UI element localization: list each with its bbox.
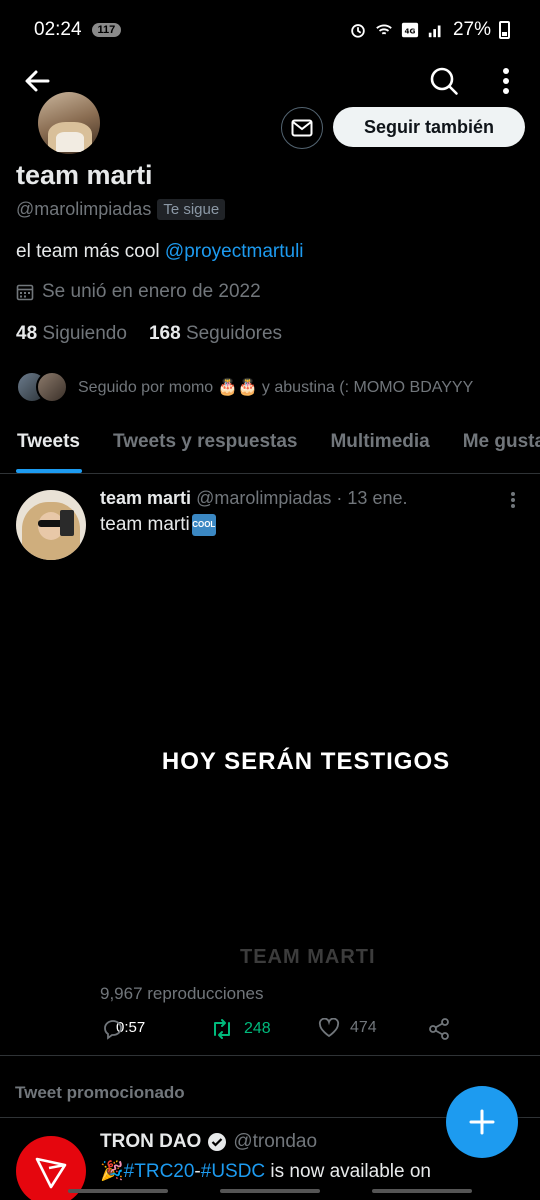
bio-mention-link[interactable]: @proyectmartuli <box>165 241 304 262</box>
battery-percent: 27% <box>452 19 491 40</box>
share-icon <box>429 1018 449 1040</box>
nav-recents[interactable] <box>68 1189 168 1193</box>
profile-handle-row: @marolimpiadas Te sigue <box>16 199 226 220</box>
envelope-icon <box>291 119 313 137</box>
reply-button[interactable] <box>102 1018 124 1040</box>
signal-icon <box>428 25 441 38</box>
active-tab-indicator <box>16 469 83 473</box>
volte-icon: 4G <box>401 22 419 38</box>
profile-avatar[interactable] <box>38 92 100 154</box>
tweet-avatar[interactable] <box>16 490 86 560</box>
followers-count: 168 <box>148 323 181 344</box>
retweet-button[interactable]: 248 <box>210 1018 271 1040</box>
notification-count-badge: 117 <box>91 23 122 37</box>
profile-handle: @marolimpiadas <box>16 199 152 219</box>
tweet-actions: 248 474 <box>100 1018 520 1042</box>
share-button[interactable] <box>428 1018 450 1040</box>
cool-emoji-icon: COOL <box>191 514 216 536</box>
promoted-author-name[interactable]: TRON DAO <box>100 1131 201 1153</box>
tab-media[interactable]: Multimedia <box>313 412 445 473</box>
follow-counts: 48 Siguiendo 168 Seguidores <box>16 323 282 345</box>
status-icons: 4G 27% <box>349 19 510 41</box>
followers-link[interactable]: 168 Seguidores <box>149 323 282 345</box>
tron-logo-icon <box>35 1157 67 1189</box>
tweet-video[interactable]: HOY SERÁN TESTIGOS TEAM MARTI 0:57 <box>100 554 530 1036</box>
promoted-author-handle: @trondao <box>233 1131 318 1152</box>
tab-likes[interactable]: Me gusta <box>446 412 540 473</box>
joined-text: Se unió en enero de 2022 <box>42 281 261 302</box>
tab-tweets-and-replies[interactable]: Tweets y respuestas <box>96 412 313 473</box>
plus-icon <box>469 1109 495 1135</box>
tweet-date: 13 ene. <box>347 488 408 508</box>
profile-tabs: Tweets Tweets y respuestas Multimedia Me… <box>0 412 540 474</box>
svg-text:4G: 4G <box>405 27 416 36</box>
bio-text: el team más cool <box>16 241 165 262</box>
following-link[interactable]: 48 Siguiendo <box>16 323 127 345</box>
mutual-avatar <box>36 371 68 403</box>
tweet-author-name[interactable]: team marti <box>100 488 191 508</box>
like-button[interactable]: 474 <box>318 1018 377 1038</box>
hashtag-link[interactable]: #USDC <box>201 1161 265 1182</box>
party-emoji: 🎉 <box>100 1161 124 1182</box>
reply-icon <box>104 1020 122 1040</box>
follow-back-button[interactable]: Seguir también <box>333 107 525 147</box>
message-button[interactable] <box>281 107 323 149</box>
hashtag-link[interactable]: #TRC20 <box>124 1161 195 1182</box>
retweet-icon <box>214 1019 230 1039</box>
tweet[interactable]: team marti @marolimpiadas · 13 ene. team… <box>0 474 540 1056</box>
tab-tweets[interactable]: Tweets <box>0 412 96 473</box>
profile-display-name: team marti <box>16 160 153 190</box>
wifi-icon <box>376 24 392 35</box>
like-count: 474 <box>350 1019 377 1036</box>
follows-you-badge: Te sigue <box>157 199 226 220</box>
promoted-label: Tweet promocionado <box>15 1083 185 1102</box>
followers-label: Seguidores <box>185 323 283 344</box>
nav-home[interactable] <box>220 1189 320 1193</box>
alarm-icon <box>351 24 365 38</box>
followed-by-text: Seguido por momo 🎂🎂 y abustina (: MOMO B… <box>78 379 474 396</box>
video-view-count: 9,967 reproducciones <box>100 984 264 1003</box>
verified-badge-icon <box>208 1133 227 1151</box>
followed-by-row[interactable]: Seguido por momo 🎂🎂 y abustina (: MOMO B… <box>16 371 473 403</box>
status-bar: 02:24 117 4G 27% <box>0 0 540 60</box>
compose-tweet-button[interactable] <box>446 1086 518 1158</box>
search-icon[interactable] <box>428 65 460 97</box>
profile-bio: el team más cool @proyectmartuli <box>16 241 304 263</box>
nav-back[interactable] <box>372 1189 472 1193</box>
video-title-text: HOY SERÁN TESTIGOS <box>161 748 451 775</box>
tweet-author-handle: @marolimpiadas <box>196 488 332 508</box>
status-time: 02:24 <box>34 19 82 40</box>
battery-icon <box>499 21 510 39</box>
promoted-header: TRON DAO @trondao <box>100 1131 317 1153</box>
following-count: 48 <box>16 323 38 344</box>
more-vertical-icon[interactable] <box>492 66 520 96</box>
heart-icon <box>318 1018 340 1038</box>
video-watermark: TEAM MARTI <box>240 946 376 968</box>
system-nav-bar <box>0 1186 540 1200</box>
joined-date: Se unió en enero de 2022 <box>16 281 261 303</box>
tweet-more-icon[interactable] <box>505 490 521 510</box>
back-arrow-icon[interactable] <box>22 66 52 96</box>
following-label: Siguiendo <box>42 323 127 344</box>
tweet-header: team marti @marolimpiadas · 13 ene. <box>100 488 407 509</box>
calendar-icon <box>16 284 34 301</box>
retweet-count: 248 <box>244 1020 271 1037</box>
tweet-text: team marti COOL <box>100 514 216 536</box>
promoted-text: 🎉#TRC20-#USDC is now available on <box>100 1161 431 1182</box>
tweet-dot: · <box>336 488 343 508</box>
